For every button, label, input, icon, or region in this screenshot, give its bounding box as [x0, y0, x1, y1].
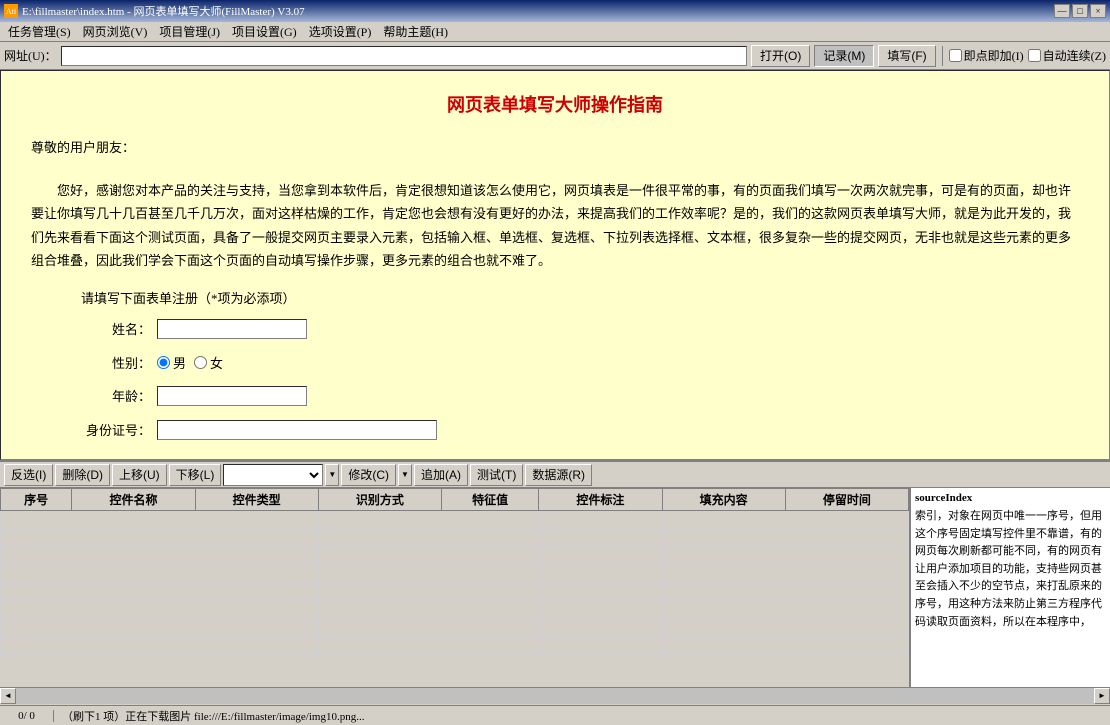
table-body — [1, 511, 909, 655]
scroll-left-button[interactable]: ◄ — [0, 688, 16, 704]
menu-browse[interactable]: 网页浏览(V) — [77, 21, 154, 42]
menu-project-set[interactable]: 项目设置(G) — [226, 21, 303, 42]
move-up-button[interactable]: 上移(U) — [112, 464, 167, 486]
instant-add-checkbox[interactable]: 即点即加(I) — [949, 47, 1024, 64]
table-header-停留时间: 停留时间 — [785, 489, 908, 511]
menu-options[interactable]: 选项设置(P) — [303, 21, 378, 42]
table-row[interactable] — [1, 637, 909, 655]
id-input[interactable] — [157, 420, 437, 440]
table-header-控件类型: 控件类型 — [195, 489, 318, 511]
fill-button[interactable]: 填写(F) — [878, 45, 935, 67]
table-header-序号: 序号 — [1, 489, 72, 511]
side-panel-content: 索引，对象在网页中唯一一序号，但用这个序号固定填写控件里不靠谱，有的网页每次刷新… — [915, 508, 1106, 631]
data-table-container[interactable]: 序号控件名称控件类型识别方式特征值控件标注填充内容停留时间 — [0, 488, 910, 687]
age-row: 年龄： — [81, 386, 1079, 406]
table-header-控件名称: 控件名称 — [72, 489, 195, 511]
auto-continue-label: 自动连续(Z) — [1043, 47, 1106, 64]
gender-female-label: 女 — [210, 353, 223, 372]
menu-help[interactable]: 帮助主题(H) — [377, 21, 454, 42]
delete-button[interactable]: 删除(D) — [55, 464, 110, 486]
instant-add-input[interactable] — [949, 49, 962, 62]
name-row: 姓名： — [81, 319, 1079, 339]
table-row[interactable] — [1, 547, 909, 565]
window-title: E:\fillmaster\index.htm - 网页表单填写大师(FillM… — [22, 3, 305, 19]
action-toolbar: 反选(I) 删除(D) 上移(U) 下移(L) ▼ 修改(C) ▼ 追加(A) … — [0, 462, 1110, 488]
add-button[interactable]: 追加(A) — [414, 464, 468, 486]
app-icon: Ati — [4, 4, 18, 18]
table-header-控件标注: 控件标注 — [539, 489, 662, 511]
dropdown-arrow[interactable]: ▼ — [325, 464, 339, 486]
status-count: 0/ 0 — [4, 710, 54, 722]
h-scrollbar[interactable]: ◄ ► — [0, 687, 1110, 703]
gender-male-label: 男 — [173, 353, 186, 372]
status-bar: 0/ 0 （刷下1 项）正在下载图片 file:///E:/fillmaster… — [0, 705, 1110, 725]
table-row[interactable] — [1, 529, 909, 547]
title-controls[interactable]: — □ × — [1054, 4, 1106, 18]
form-area: 请填写下面表单注册（*项为必添项） 姓名： 性别： 男 女 — [31, 288, 1079, 440]
menu-bar: 任务管理(S) 网页浏览(V) 项目管理(J) 项目设置(G) 选项设置(P) … — [0, 22, 1110, 42]
intro-text: 您好，感谢您对本产品的关注与支持，当您拿到本软件后，肯定很想知道该怎么使用它，网… — [31, 179, 1079, 273]
toolbar: 网址(U)： 打开(O) 记录(M) 填写(F) 即点即加(I) 自动连续(Z) — [0, 42, 1110, 70]
gender-female-radio[interactable] — [194, 356, 207, 369]
side-panel: sourceIndex 索引，对象在网页中唯一一序号，但用这个序号固定填写控件里… — [910, 488, 1110, 687]
scroll-right-button[interactable]: ► — [1094, 688, 1110, 704]
bottom-panel: 反选(I) 删除(D) 上移(U) 下移(L) ▼ 修改(C) ▼ 追加(A) … — [0, 460, 1110, 705]
main-area: 网页表单填写大师操作指南 尊敬的用户朋友： 您好，感谢您对本产品的关注与支持，当… — [0, 70, 1110, 705]
status-message: （刷下1 项）正在下载图片 file:///E:/fillmaster/imag… — [54, 708, 1106, 724]
name-input[interactable] — [157, 319, 307, 339]
menu-project-mgr[interactable]: 项目管理(J) — [153, 21, 226, 42]
title-bar-left: Ati E:\fillmaster\index.htm - 网页表单填写大师(F… — [4, 3, 305, 19]
name-label: 姓名： — [81, 319, 151, 338]
age-input[interactable] — [157, 386, 307, 406]
data-table: 序号控件名称控件类型识别方式特征值控件标注填充内容停留时间 — [0, 488, 909, 655]
h-scrollbar-track[interactable] — [16, 688, 1094, 704]
title-bar: Ati E:\fillmaster\index.htm - 网页表单填写大师(F… — [0, 0, 1110, 22]
browser-content[interactable]: 网页表单填写大师操作指南 尊敬的用户朋友： 您好，感谢您对本产品的关注与支持，当… — [0, 70, 1110, 460]
url-input[interactable] — [61, 46, 747, 66]
gender-male-radio[interactable] — [157, 356, 170, 369]
gender-male-option[interactable]: 男 — [157, 353, 186, 372]
minimize-button[interactable]: — — [1054, 4, 1070, 18]
action-dropdown[interactable] — [223, 464, 323, 486]
id-row: 身份证号： — [81, 420, 1079, 440]
table-row[interactable] — [1, 565, 909, 583]
page-title: 网页表单填写大师操作指南 — [31, 91, 1079, 117]
table-row[interactable] — [1, 583, 909, 601]
table-header-填充内容: 填充内容 — [662, 489, 785, 511]
modify-button[interactable]: 修改(C) — [341, 464, 396, 486]
close-button[interactable]: × — [1090, 4, 1106, 18]
form-instruction: 请填写下面表单注册（*项为必添项） — [81, 288, 1079, 307]
greeting: 尊敬的用户朋友： — [31, 137, 1079, 156]
separator — [942, 46, 943, 66]
gender-label: 性别： — [81, 353, 151, 372]
gender-female-option[interactable]: 女 — [194, 353, 223, 372]
side-panel-title: sourceIndex — [915, 492, 1106, 504]
menu-task[interactable]: 任务管理(S) — [2, 21, 77, 42]
auto-continue-input[interactable] — [1028, 49, 1041, 62]
url-label: 网址(U)： — [4, 47, 57, 64]
table-header-特征值: 特征值 — [442, 489, 539, 511]
auto-continue-checkbox[interactable]: 自动连续(Z) — [1028, 47, 1106, 64]
gender-row: 性别： 男 女 — [81, 353, 1079, 372]
id-label: 身份证号： — [81, 420, 151, 439]
open-button[interactable]: 打开(O) — [751, 45, 810, 67]
gender-radio-group: 男 女 — [157, 353, 223, 372]
table-header-row: 序号控件名称控件类型识别方式特征值控件标注填充内容停留时间 — [1, 489, 909, 511]
restore-button[interactable]: □ — [1072, 4, 1088, 18]
table-area: 序号控件名称控件类型识别方式特征值控件标注填充内容停留时间 sourceInde… — [0, 488, 1110, 687]
table-row[interactable] — [1, 619, 909, 637]
modify-arrow[interactable]: ▼ — [398, 464, 412, 486]
datasource-button[interactable]: 数据源(R) — [525, 464, 592, 486]
table-header-识别方式: 识别方式 — [318, 489, 441, 511]
table-row[interactable] — [1, 601, 909, 619]
move-down-button[interactable]: 下移(L) — [169, 464, 222, 486]
instant-add-label: 即点即加(I) — [964, 47, 1024, 64]
filter-button[interactable]: 反选(I) — [4, 464, 53, 486]
record-button[interactable]: 记录(M) — [814, 45, 874, 67]
age-label: 年龄： — [81, 386, 151, 405]
test-button[interactable]: 测试(T) — [470, 464, 523, 486]
table-row[interactable] — [1, 511, 909, 529]
